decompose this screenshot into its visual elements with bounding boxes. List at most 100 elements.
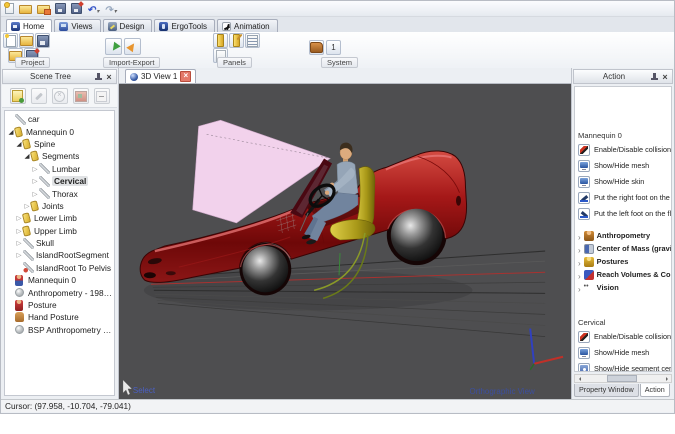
show-hide-mesh-button[interactable]: Show/Hide mesh bbox=[578, 346, 671, 359]
panel-edit-button[interactable] bbox=[229, 33, 244, 48]
reach-volumes-comfort-item[interactable]: Reach Volumes & Comfort bbox=[578, 268, 671, 281]
tree-home-button[interactable] bbox=[73, 88, 89, 104]
system-tool-button[interactable] bbox=[309, 40, 324, 55]
tab-3d-view-1[interactable]: 3D View 1 × bbox=[125, 69, 196, 83]
show-hide-segment-center-of-mass-button[interactable]: Show/Hide segment center of mass bbox=[578, 362, 671, 372]
tree-item-lower-limb[interactable]: Lower Limb bbox=[5, 212, 114, 224]
page-new-button[interactable] bbox=[3, 33, 18, 48]
qat-save-as-button[interactable] bbox=[71, 3, 82, 14]
horizontal-scrollbar[interactable] bbox=[574, 374, 672, 383]
folder-open-icon bbox=[20, 36, 33, 46]
tree-item-mannequin-0[interactable]: Mannequin 0 bbox=[5, 274, 114, 286]
pin-icon[interactable] bbox=[651, 73, 658, 81]
show-hide-skin-button[interactable]: Show/Hide skin bbox=[578, 175, 671, 188]
expander-icon[interactable] bbox=[31, 190, 39, 198]
postures-item[interactable]: Postures bbox=[578, 255, 671, 268]
qat-new-button[interactable] bbox=[5, 3, 14, 14]
dropdown-caret-icon[interactable] bbox=[96, 0, 99, 18]
tree-item-mannequin-0[interactable]: Mannequin 0 bbox=[5, 125, 114, 137]
tree-item-islandroot-to-pelvis[interactable]: IslandRoot To Pelvis bbox=[5, 262, 114, 274]
group-label-project[interactable]: Project bbox=[15, 57, 50, 68]
enable-disable-collision-for-mesh-button[interactable]: Enable/Disable collision for mesh bbox=[578, 330, 671, 343]
anthropometry-item[interactable]: Anthropometry bbox=[578, 229, 671, 242]
qat-undo-button[interactable] bbox=[87, 0, 99, 18]
show-hide-mesh-button[interactable]: Show/Hide mesh bbox=[578, 159, 671, 172]
tree-edit-button[interactable] bbox=[31, 88, 47, 104]
group-label-system[interactable]: System bbox=[321, 57, 358, 68]
enable-disable-collision-for-mesh-button[interactable]: Enable/Disable collision for mesh bbox=[578, 143, 671, 156]
scrollbar-track[interactable] bbox=[584, 375, 662, 382]
tree-item-spine[interactable]: Spine bbox=[5, 138, 114, 150]
group-label-panels[interactable]: Panels bbox=[217, 57, 252, 68]
tree-item-posture[interactable]: Posture bbox=[5, 299, 114, 311]
3d-scene[interactable]: Select Orthographic View bbox=[119, 84, 571, 399]
put-the-right-foot-on-the-floor-mannequin-button[interactable]: Put the right foot on the floor (Mannequ… bbox=[578, 191, 671, 204]
tab-ergotools[interactable]: ErgoTools bbox=[154, 19, 215, 32]
tab-home[interactable]: Home bbox=[6, 19, 52, 32]
scrollbar-thumb[interactable] bbox=[607, 375, 637, 382]
tree-item-car[interactable]: car bbox=[5, 113, 114, 125]
close-icon[interactable]: × bbox=[105, 73, 113, 81]
viewport-area: 3D View 1 × bbox=[119, 68, 571, 399]
group-label-import-export[interactable]: Import-Export bbox=[103, 57, 160, 68]
qat-redo-button[interactable] bbox=[104, 0, 116, 18]
close-icon[interactable]: × bbox=[661, 73, 669, 81]
tree-delete-button[interactable] bbox=[52, 88, 68, 104]
tree-item-joints[interactable]: Joints bbox=[5, 200, 114, 212]
tree-collapse-icon bbox=[96, 91, 107, 102]
export-orange-button[interactable] bbox=[124, 38, 141, 55]
tab-action[interactable]: Action bbox=[640, 384, 670, 397]
chevron-right-icon bbox=[578, 281, 581, 294]
tree-item-skull[interactable]: Skull bbox=[5, 237, 114, 249]
scroll-right-icon[interactable] bbox=[662, 375, 671, 382]
tree-item-thorax[interactable]: Thorax bbox=[5, 187, 114, 199]
dropdown-caret-icon[interactable] bbox=[114, 0, 117, 18]
tab-views[interactable]: Views bbox=[54, 19, 100, 32]
tree-new-button[interactable] bbox=[10, 88, 26, 104]
folder-open-button[interactable] bbox=[19, 33, 34, 48]
viewport-3d[interactable]: Select Orthographic View bbox=[119, 84, 571, 399]
tree-item-lumbar[interactable]: Lumbar bbox=[5, 163, 114, 175]
expander-icon[interactable] bbox=[31, 177, 39, 185]
put-the-left-foot-on-the-floor-mannequin-0-button[interactable]: Put the left foot on the floor (Mannequi… bbox=[578, 207, 671, 220]
tree-item-hand-posture[interactable]: Hand Posture bbox=[5, 311, 114, 323]
qat-open-button[interactable] bbox=[19, 3, 32, 14]
expander-icon[interactable] bbox=[31, 165, 39, 173]
tree-item-islandrootsegment[interactable]: IslandRootSegment bbox=[5, 249, 114, 261]
close-tab-icon[interactable]: × bbox=[180, 71, 191, 82]
chevron-right-icon bbox=[578, 268, 581, 281]
tree-collapse-button[interactable] bbox=[94, 88, 110, 104]
pin-icon[interactable] bbox=[95, 73, 102, 81]
expander-icon[interactable] bbox=[15, 251, 23, 259]
section-heading: Cervical bbox=[578, 318, 671, 327]
save-button[interactable] bbox=[35, 33, 50, 48]
import-green-button[interactable] bbox=[105, 38, 122, 55]
center-of-mass-gravity-item[interactable]: Center of Mass (gravity) bbox=[578, 242, 671, 255]
tree-item-bsp-anthropometry-bsp-mcconville[interactable]: BSP Anthropometry - BSP McConville... bbox=[5, 324, 114, 336]
tree-item-upper-limb[interactable]: Upper Limb bbox=[5, 225, 114, 237]
panel-list-button[interactable] bbox=[245, 33, 260, 48]
tab-animation[interactable]: Animation bbox=[217, 19, 278, 32]
ribbon-group-panels: Panels bbox=[213, 33, 260, 70]
action-panel-content: Mannequin 0Enable/Disable collision for … bbox=[574, 86, 672, 372]
qat-save-button[interactable] bbox=[55, 3, 66, 14]
tree-item-cervical[interactable]: Cervical bbox=[5, 175, 114, 187]
new-icon bbox=[5, 3, 14, 14]
save-icon bbox=[55, 3, 66, 14]
view-type-label: Orthographic View bbox=[469, 387, 535, 396]
open-icon bbox=[19, 5, 32, 14]
tree-item-anthropometry-1988-us-army[interactable]: Anthropometry - 1988 US Army bbox=[5, 286, 114, 298]
system-1-button[interactable]: 1 bbox=[326, 40, 341, 55]
expander-icon[interactable] bbox=[15, 239, 23, 247]
panel-bar-button[interactable] bbox=[213, 33, 228, 48]
segment-icon bbox=[23, 250, 34, 261]
tab-design[interactable]: Design bbox=[103, 19, 153, 32]
scroll-left-icon[interactable] bbox=[575, 375, 584, 382]
panel-bar-icon bbox=[217, 34, 224, 47]
qat-folder-mail-button[interactable] bbox=[37, 3, 50, 14]
scene-tree-toolbar bbox=[2, 85, 117, 108]
ribbon-tab-bar: HomeViewsDesignErgoToolsAnimation bbox=[1, 17, 674, 32]
vision-item[interactable]: Vision bbox=[578, 281, 671, 294]
tree-item-segments[interactable]: Segments bbox=[5, 150, 114, 162]
tab-property-window[interactable]: Property Window bbox=[574, 384, 639, 397]
